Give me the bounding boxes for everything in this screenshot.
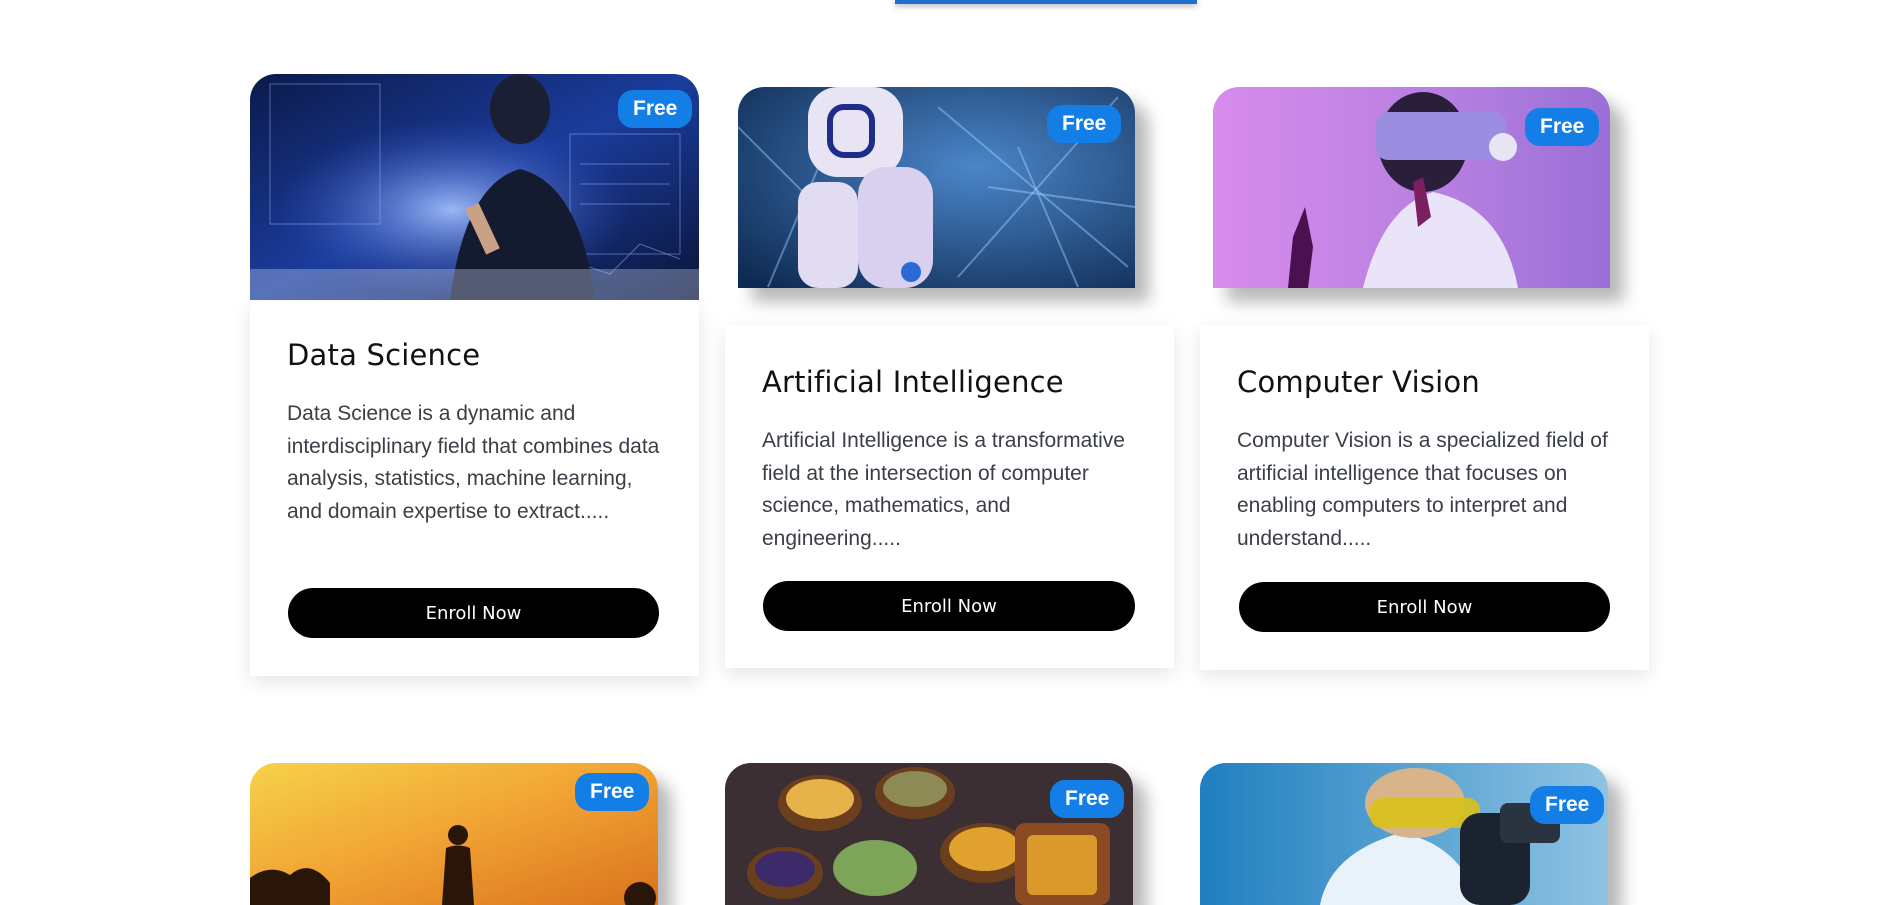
course-description: Data Science is a dynamic and interdisci…	[287, 402, 660, 523]
free-badge: Free	[575, 773, 650, 811]
course-description: Artificial Intelligence is a transformat…	[762, 429, 1125, 550]
enroll-now-button[interactable]: Enroll Now	[763, 581, 1135, 631]
enroll-now-button[interactable]: Enroll Now	[288, 588, 659, 638]
free-badge: Free	[1525, 108, 1600, 146]
course-image-microscope	[1200, 763, 1608, 905]
course-title: Artificial Intelligence	[762, 365, 1064, 399]
course-title: Computer Vision	[1237, 365, 1480, 399]
free-badge: Free	[1050, 780, 1125, 818]
free-badge: Free	[618, 90, 693, 128]
course-description: Computer Vision is a specialized field o…	[1237, 429, 1608, 550]
section-top-accent-bar	[895, 0, 1197, 4]
course-title: Data Science	[287, 338, 481, 372]
free-badge: Free	[1530, 786, 1605, 824]
enroll-now-button[interactable]: Enroll Now	[1239, 582, 1610, 632]
free-badge: Free	[1047, 105, 1122, 143]
